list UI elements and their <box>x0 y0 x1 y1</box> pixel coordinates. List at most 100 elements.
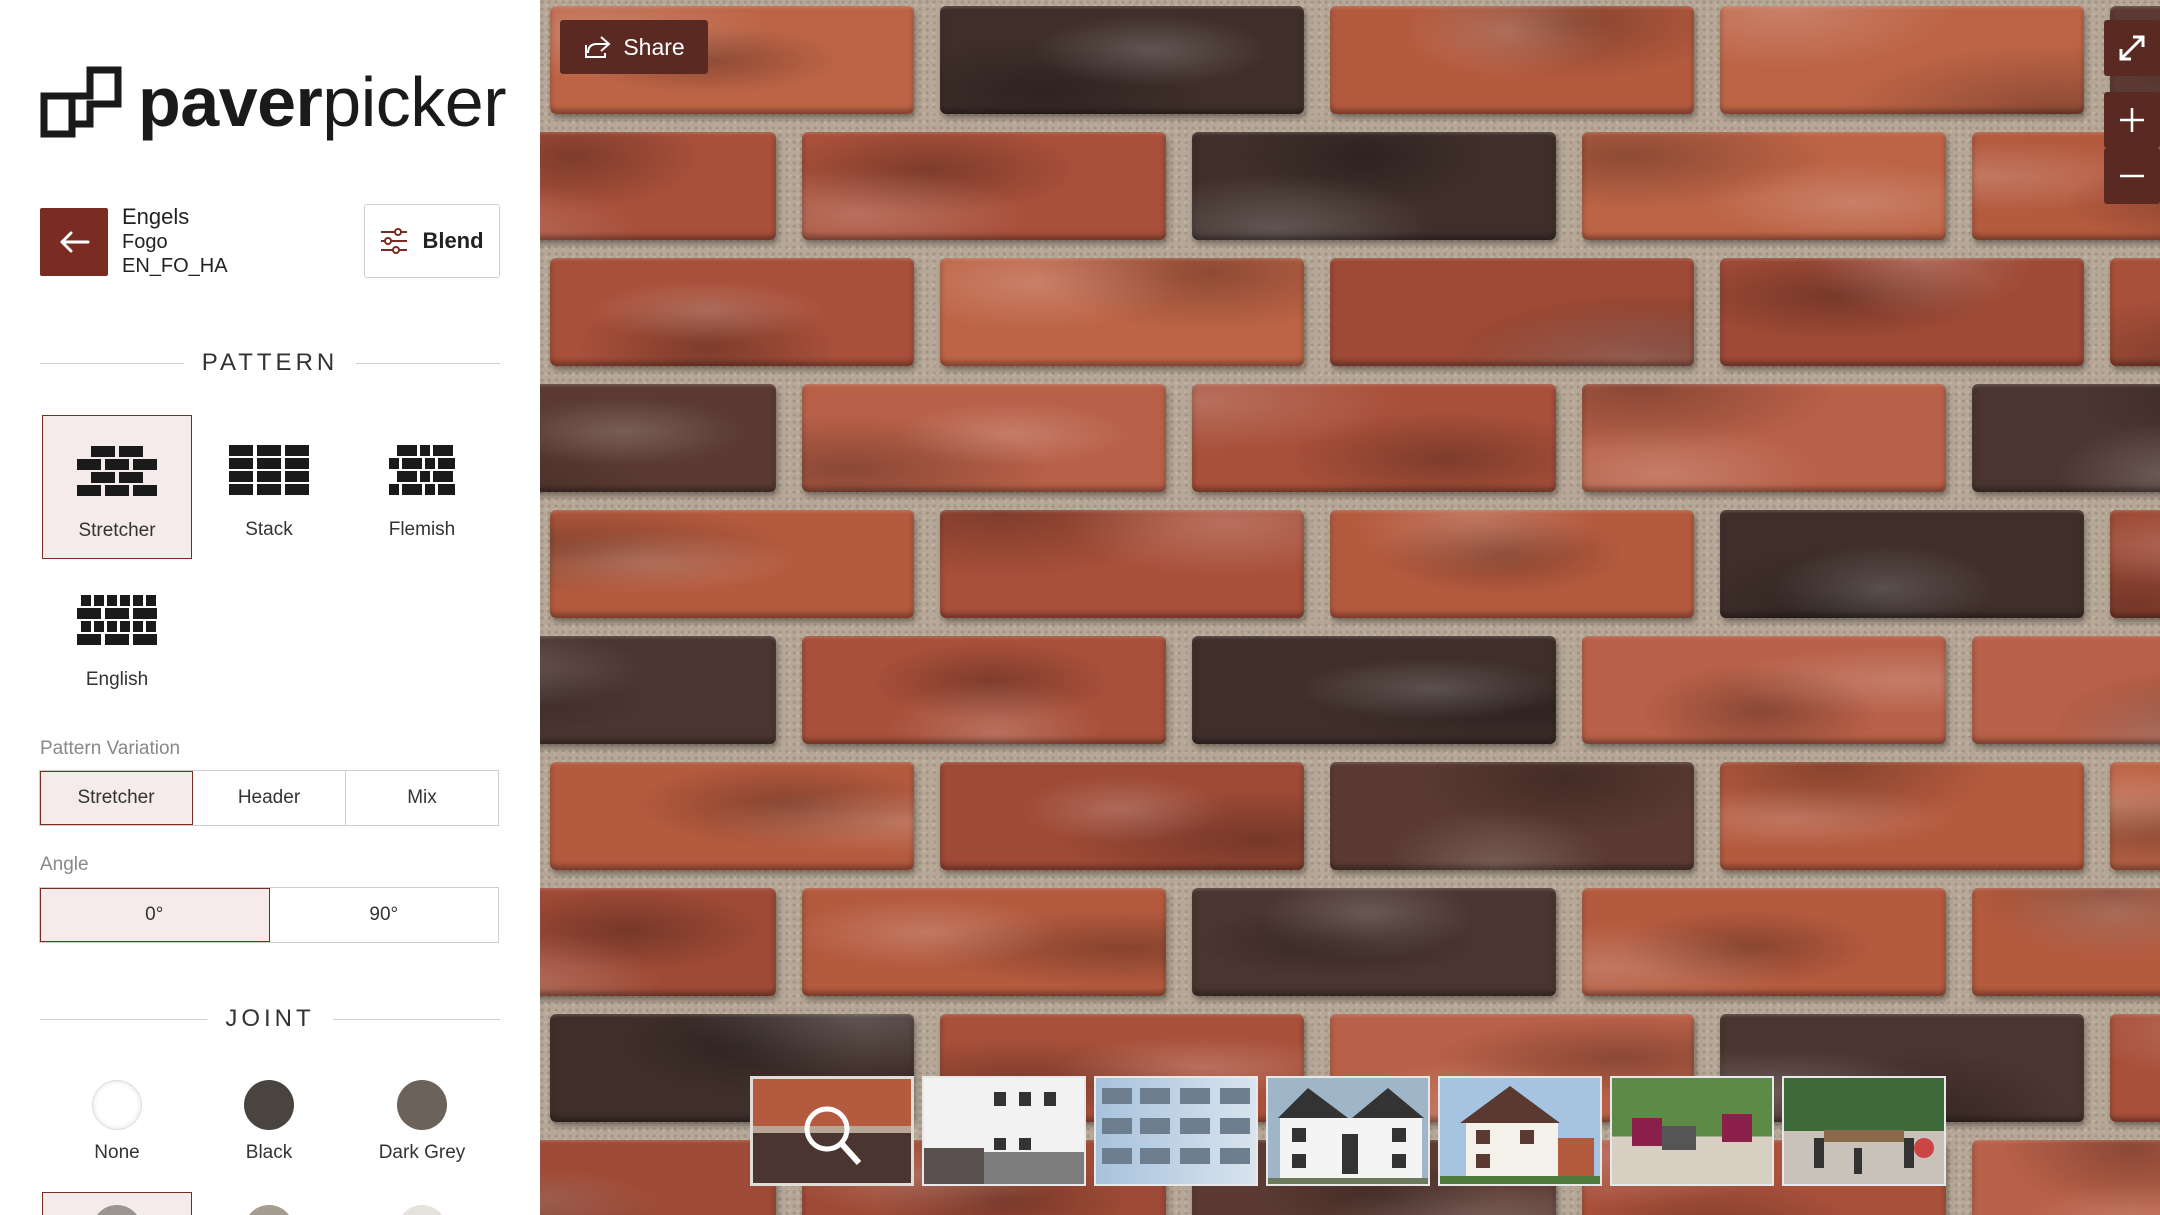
logo-word-paver: paver <box>138 63 323 141</box>
brick <box>1330 510 1694 618</box>
product-color: Fogo <box>122 231 168 254</box>
brick <box>1582 132 1946 240</box>
brick <box>802 888 1166 996</box>
share-label: Share <box>623 33 685 60</box>
brick <box>2110 258 2160 366</box>
pattern-flemish[interactable]: Flemish <box>347 415 497 559</box>
brick <box>1330 258 1694 366</box>
joint-label: None <box>94 1142 140 1163</box>
angle-0-option[interactable]: 0° <box>40 888 270 942</box>
product-code: EN_FO_HA <box>122 255 228 278</box>
brick <box>550 762 914 870</box>
product-header: Engels Fogo EN_FO_HA Blend <box>40 204 500 280</box>
brick <box>1192 384 1556 492</box>
scene-thumb-patio-dining[interactable] <box>1782 1076 1946 1186</box>
brick <box>540 888 776 996</box>
brick <box>940 6 1304 114</box>
brick <box>540 132 776 240</box>
scene-thumbnails <box>750 1076 1946 1186</box>
joint-heading: JOINT <box>225 1005 315 1032</box>
brick <box>540 636 776 744</box>
joint-dark-grey[interactable]: Dark Grey <box>347 1080 497 1164</box>
angle-selector: 0° 90° <box>39 887 499 943</box>
brick <box>802 132 1166 240</box>
product-name: Engels <box>122 204 190 229</box>
brick <box>1972 636 2160 744</box>
brick <box>1972 1140 2160 1215</box>
zoom-out-button[interactable] <box>2104 148 2160 204</box>
pattern-label: Stretcher <box>78 520 156 541</box>
brick <box>1330 6 1694 114</box>
variation-mix-option[interactable]: Mix <box>346 771 498 825</box>
scene-thumb-modern-facade[interactable] <box>922 1076 1086 1186</box>
joint-options: None Black Dark Grey <box>40 1080 500 1190</box>
brick <box>1582 888 1946 996</box>
brick <box>540 384 776 492</box>
scene-thumb-apartments[interactable] <box>1094 1076 1258 1186</box>
sliders-icon <box>381 228 408 254</box>
stretcher-pattern-icon <box>77 446 157 496</box>
brick <box>940 762 1304 870</box>
brick-preview[interactable]: Share <box>540 0 2160 1215</box>
product-info: Engels Fogo EN_FO_HA <box>122 204 228 278</box>
scene-thumb-patio-seating[interactable] <box>1610 1076 1774 1186</box>
brick <box>1192 888 1556 996</box>
brick <box>2110 762 2160 870</box>
expand-icon <box>2119 35 2145 61</box>
sidebar: paverpicker Engels Fogo EN_FO_HA Blend P <box>0 0 540 1215</box>
brick <box>1720 762 2084 870</box>
back-button[interactable] <box>40 208 108 276</box>
joint-selected-partial[interactable] <box>42 1192 192 1215</box>
share-icon <box>585 36 611 58</box>
stack-pattern-icon <box>229 445 309 495</box>
brick <box>540 1140 776 1215</box>
brick <box>1720 510 2084 618</box>
angle-label: Angle <box>40 854 89 875</box>
pattern-section-title: PATTERN <box>40 348 501 378</box>
brick <box>940 510 1304 618</box>
scene-thumb-white-house[interactable] <box>1266 1076 1430 1186</box>
brick <box>1972 888 2160 996</box>
brick <box>1972 384 2160 492</box>
joint-swatch <box>92 1080 142 1130</box>
pattern-variation-label: Pattern Variation <box>40 738 181 759</box>
blend-button[interactable]: Blend <box>364 204 500 278</box>
brick <box>1582 384 1946 492</box>
logo-wordmark: paverpicker <box>138 67 507 137</box>
paverpicker-logo[interactable]: paverpicker <box>40 62 507 142</box>
pattern-english[interactable]: English <box>42 565 192 709</box>
arrow-left-icon <box>60 231 90 253</box>
zoom-in-button[interactable] <box>2104 92 2160 148</box>
variation-header-option[interactable]: Header <box>193 771 346 825</box>
joint-swatch <box>397 1080 447 1130</box>
pattern-label: Flemish <box>388 519 456 540</box>
joint-partial-swatch[interactable] <box>244 1205 294 1215</box>
flemish-pattern-icon <box>389 445 455 495</box>
joint-none[interactable]: None <box>42 1080 192 1164</box>
joint-label: Black <box>245 1142 293 1163</box>
brick <box>550 258 914 366</box>
brick <box>2110 1014 2160 1122</box>
share-button[interactable]: Share <box>560 20 708 74</box>
joint-swatch <box>244 1080 294 1130</box>
english-pattern-icon <box>77 595 157 645</box>
brick <box>550 510 914 618</box>
pattern-stretcher[interactable]: Stretcher <box>42 415 192 559</box>
brick <box>1330 762 1694 870</box>
joint-black[interactable]: Black <box>194 1080 344 1164</box>
fullscreen-button[interactable] <box>2104 20 2160 76</box>
brick <box>1192 636 1556 744</box>
pattern-label: English <box>85 669 149 690</box>
scene-thumb-close-up[interactable] <box>750 1076 914 1186</box>
scene-thumb-tudor-house[interactable] <box>1438 1076 1602 1186</box>
pattern-variation-selector: Stretcher Header Mix <box>39 770 499 826</box>
brick <box>940 258 1304 366</box>
brick <box>1582 636 1946 744</box>
variation-stretcher-option[interactable]: Stretcher <box>40 771 193 825</box>
angle-90-option[interactable]: 90° <box>270 888 499 942</box>
brick <box>1720 258 2084 366</box>
pattern-stack[interactable]: Stack <box>194 415 344 559</box>
blend-label: Blend <box>422 228 484 253</box>
joint-partial-swatch[interactable] <box>397 1205 447 1215</box>
brick <box>1720 6 2084 114</box>
